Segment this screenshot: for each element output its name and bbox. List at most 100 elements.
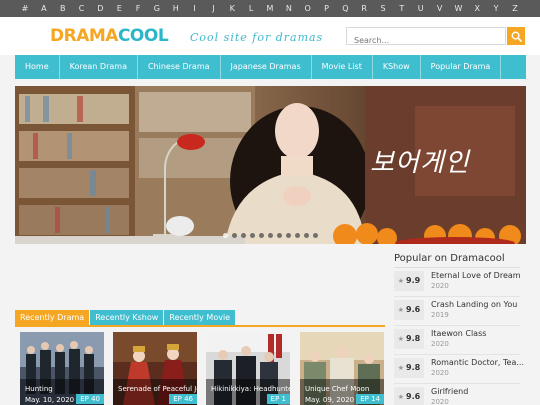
header: DRAMACOOL Cool site for dramas (0, 17, 540, 55)
featured-banner[interactable]: 보어게인 (15, 86, 526, 244)
nav-item[interactable]: Chinese Drama (138, 55, 221, 79)
alpha-filter-link[interactable]: K (225, 4, 239, 13)
alpha-filter-link[interactable]: R (357, 4, 371, 13)
item-title: Unique Chef Moon (305, 385, 370, 393)
nav-item[interactable]: Japanese Dramas (221, 55, 312, 79)
alpha-filter-link[interactable]: N (282, 4, 296, 13)
alpha-filter-link[interactable]: A (37, 4, 51, 13)
alpha-filter-link[interactable]: G (150, 4, 164, 13)
popular-item[interactable]: ★ 9.8 Itaewon Class 2020 (394, 326, 520, 355)
popular-heading: Popular on Dramacool (394, 253, 505, 264)
popular-item[interactable]: ★ 9.9 Eternal Love of Dream 2020 (394, 268, 521, 297)
recent-item-unique-chef-moon[interactable]: Unique Chef Moon May. 09, 2020 EP 14 (300, 332, 384, 405)
popular-item[interactable]: ★ 9.8 Romantic Doctor, Tea... 2020 (394, 355, 524, 384)
item-title: Hunting (25, 385, 53, 393)
alpha-filter-link[interactable]: X (470, 4, 484, 13)
slider-dot[interactable] (268, 233, 273, 238)
star-icon: ★ (397, 335, 405, 343)
popular-title: Crash Landing on You (431, 300, 518, 309)
slider-dot[interactable] (304, 233, 309, 238)
nav-item[interactable]: Movie List (312, 55, 373, 79)
popular-year: 2020 (431, 340, 449, 348)
popular-item[interactable]: ★ 9.6 Crash Landing on You 2019 (394, 297, 520, 326)
popular-year: 2019 (431, 311, 449, 319)
rating-value: 9.6 (406, 305, 421, 314)
tab[interactable]: Recently Movie (164, 310, 236, 325)
logo-part-cool: COOL (117, 26, 169, 46)
episode-badge: EP 14 (356, 394, 384, 404)
alpha-filter-link[interactable]: W (451, 4, 465, 13)
slider-dot[interactable] (277, 233, 282, 238)
main-nav: Home Korean Drama Chinese Drama Japanese Dr… (15, 55, 526, 79)
alpha-filter-link[interactable]: B (56, 4, 70, 13)
site-logo[interactable]: DRAMACOOL (50, 26, 169, 46)
slider-dot[interactable] (286, 233, 291, 238)
item-title: Serenade of Peaceful Joy (118, 385, 197, 393)
popular-year: 2020 (431, 369, 449, 377)
alpha-filter-link[interactable]: O (301, 4, 315, 13)
tab[interactable]: Recently Drama (15, 310, 90, 325)
alpha-filter-link[interactable]: V (433, 4, 447, 13)
item-title: Hikinikkiya: Headhunter no R (211, 385, 290, 393)
banner-title-overlay: 보어게인 (370, 148, 470, 178)
rating-value: 9.8 (406, 334, 421, 343)
episode-badge: EP 40 (76, 394, 104, 404)
alpha-filter-link[interactable]: S (376, 4, 390, 13)
alpha-filter-link[interactable]: J (206, 4, 220, 13)
rating-badge: ★ 9.8 (394, 329, 424, 349)
alpha-filter-link[interactable]: E (112, 4, 126, 13)
recent-item-hunting[interactable]: Hunting May. 10, 2020 EP 40 (20, 332, 104, 405)
tab[interactable]: Recently Kshow (90, 310, 164, 325)
alpha-filter-link[interactable]: C (75, 4, 89, 13)
alpha-filter-link[interactable]: # (18, 4, 32, 13)
rating-value: 9.6 (406, 392, 421, 401)
slider-dot[interactable] (241, 233, 246, 238)
popular-year: 2020 (431, 282, 449, 290)
search-button[interactable] (507, 27, 525, 45)
popular-title: Itaewon Class (431, 329, 487, 338)
star-icon: ★ (397, 277, 405, 285)
nav-item[interactable]: Popular Drama (421, 55, 502, 79)
rating-badge: ★ 9.8 (394, 358, 424, 378)
tabs-underline (15, 325, 385, 327)
slider-dot[interactable] (223, 233, 228, 238)
alpha-filter-link[interactable]: T (395, 4, 409, 13)
nav-item[interactable]: KShow (373, 55, 421, 79)
slider-dot[interactable] (232, 233, 237, 238)
alpha-filter-link[interactable]: F (131, 4, 145, 13)
item-date: May. 10, 2020 (25, 396, 75, 404)
slider-dot[interactable] (313, 233, 318, 238)
recent-item-serenade[interactable]: Serenade of Peaceful Joy EP 46 (113, 332, 197, 405)
slider-dot[interactable] (295, 233, 300, 238)
alpha-filter-link[interactable]: H (169, 4, 183, 13)
slider-dot[interactable] (259, 233, 264, 238)
star-icon: ★ (397, 306, 405, 314)
alpha-filter-link[interactable]: D (93, 4, 107, 13)
item-date: May. 09, 2020 (305, 396, 355, 404)
nav-item[interactable]: Korean Drama (60, 55, 138, 79)
alpha-filter-link[interactable]: M (263, 4, 277, 13)
search-icon (511, 31, 522, 42)
popular-item[interactable]: ★ 9.6 Girlfriend 2020 (394, 384, 520, 405)
alpha-filter-link[interactable]: I (188, 4, 202, 13)
alpha-filter-link[interactable]: P (320, 4, 334, 13)
slider-dot[interactable] (250, 233, 255, 238)
logo-part-drama: DRAMA (50, 26, 118, 46)
alphabet-bar: # A B C D E F G H I J K L M N O P Q R S T U V W X Y Z (0, 0, 540, 17)
rating-value: 9.8 (406, 363, 421, 372)
popular-title: Eternal Love of Dream (431, 271, 521, 280)
alpha-filter-link[interactable]: Q (338, 4, 352, 13)
alpha-filter-link[interactable]: Z (508, 4, 522, 13)
star-icon: ★ (397, 393, 405, 401)
slider-dots (15, 233, 526, 238)
alpha-filter-link[interactable]: U (414, 4, 428, 13)
alpha-filter-link[interactable]: L (244, 4, 258, 13)
star-icon: ★ (397, 364, 405, 372)
rating-value: 9.9 (406, 276, 421, 285)
alpha-filter-link[interactable]: Y (489, 4, 503, 13)
nav-item[interactable]: Home (15, 55, 60, 79)
rating-badge: ★ 9.6 (394, 300, 424, 320)
recent-item-hikinikkiya[interactable]: Hikinikkiya: Headhunter no R EP 1 (206, 332, 290, 405)
search-input[interactable] (347, 32, 505, 49)
recent-tabs: Recently Drama Recently Kshow Recently Mov… (15, 310, 236, 325)
